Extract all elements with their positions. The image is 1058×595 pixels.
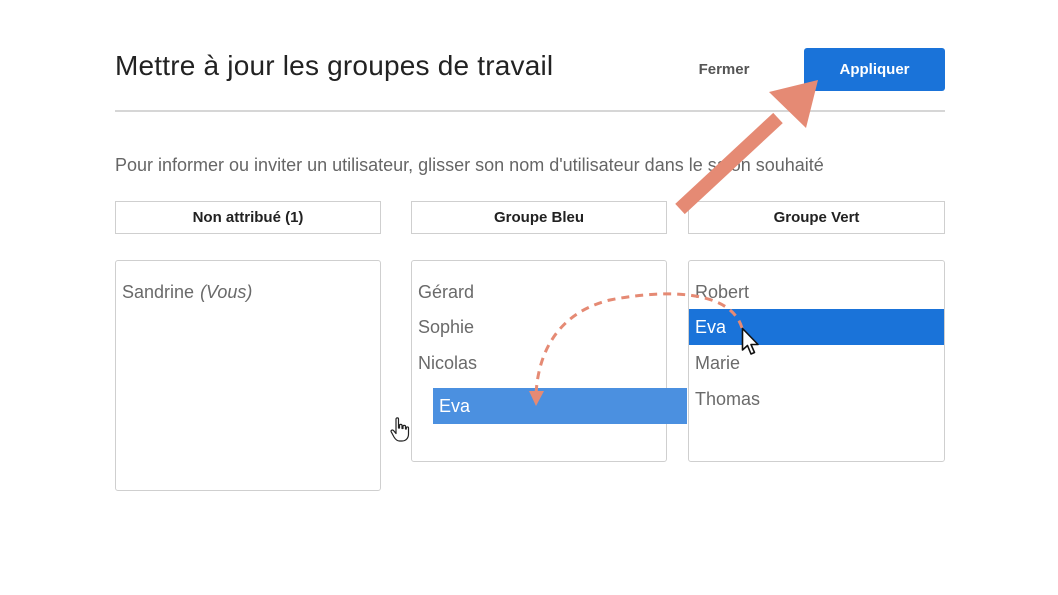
user-name: Gérard <box>418 281 475 302</box>
list-item[interactable]: Sandrine (Vous) <box>116 274 380 310</box>
header-divider <box>115 110 945 112</box>
list-blue-group[interactable]: Gérard Sophie Nicolas <box>411 260 667 462</box>
column-header-green-group: Groupe Vert <box>688 201 945 234</box>
list-green-group[interactable]: Robert Eva Marie Thomas <box>688 260 945 462</box>
list-item[interactable]: Robert <box>689 274 944 310</box>
list-item[interactable]: Sophie <box>412 309 666 345</box>
list-item[interactable]: Thomas <box>689 381 944 417</box>
user-name: Sandrine <box>122 281 195 302</box>
list-unassigned[interactable]: Sandrine (Vous) <box>115 260 381 491</box>
list-item[interactable]: Nicolas <box>412 345 666 381</box>
annotation-arrow-icon <box>675 80 818 215</box>
user-name: Nicolas <box>418 352 478 373</box>
user-name: Sophie <box>418 316 475 337</box>
instruction-text: Pour informer ou inviter un utilisateur,… <box>115 155 824 175</box>
arrow-pointer-icon <box>741 327 759 355</box>
hand-pointer-icon <box>390 417 410 442</box>
user-self-label: (Vous) <box>200 281 253 302</box>
user-name: Robert <box>695 281 750 302</box>
page-title: Mettre à jour les groupes de travail <box>115 50 554 81</box>
drag-ghost-item[interactable]: Eva <box>433 388 687 424</box>
column-header-unassigned: Non attribué (1) <box>115 201 381 234</box>
user-name: Marie <box>695 352 741 373</box>
close-button[interactable]: Fermer <box>684 52 764 86</box>
user-name: Eva <box>695 316 727 337</box>
list-item-selected[interactable]: Eva <box>689 309 944 345</box>
column-header-blue-group: Groupe Bleu <box>411 201 667 234</box>
list-item[interactable]: Gérard <box>412 274 666 310</box>
apply-button[interactable]: Appliquer <box>804 48 945 91</box>
user-name: Thomas <box>695 388 761 409</box>
list-item[interactable]: Marie <box>689 345 944 381</box>
